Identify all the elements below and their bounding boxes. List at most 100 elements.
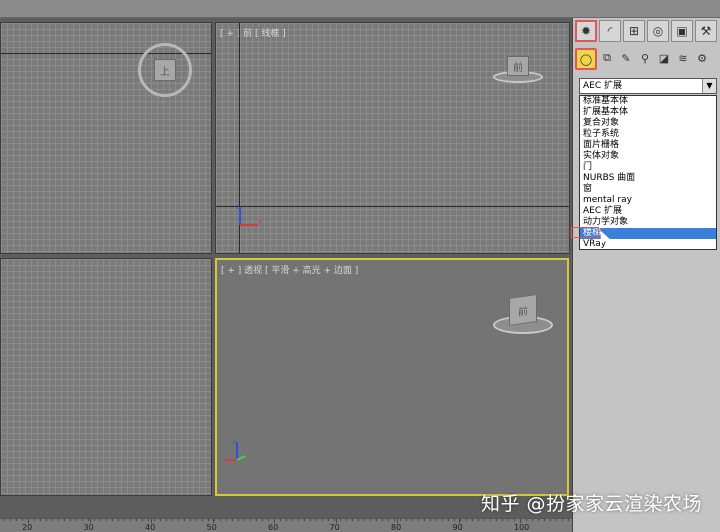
- ruler-minor-tick: [124, 519, 125, 521]
- ruler-minor-tick: [256, 519, 257, 521]
- chevron-down-icon[interactable]: ▼: [702, 79, 716, 93]
- ruler-minor-tick: [550, 519, 551, 521]
- display-icon[interactable]: ▣: [671, 20, 693, 42]
- ruler-minor-tick: [130, 519, 131, 521]
- ruler-minor-tick: [64, 519, 65, 521]
- ruler-minor-tick: [58, 519, 59, 521]
- ruler-minor-tick: [466, 519, 467, 521]
- ruler-minor-tick: [148, 519, 149, 521]
- ruler-minor-tick: [460, 519, 461, 521]
- axis-gizmo-perspective: z: [225, 439, 246, 461]
- motion-icon[interactable]: ◎: [647, 20, 669, 42]
- ruler-minor-tick: [400, 519, 401, 521]
- ruler-minor-tick: [484, 519, 485, 521]
- viewport-front-label[interactable]: [ + ] 前 [ 线框 ]: [220, 26, 286, 39]
- viewport-perspective[interactable]: [ + ] 透视 [ 平滑 + 高光 + 边面 ] 前 z: [215, 258, 569, 496]
- systems-icon[interactable]: ⚙: [693, 48, 711, 68]
- ruler-minor-tick: [382, 519, 383, 521]
- create-subcategories: ◯ ⧉ ✎ ⚲ ◪ ≋ ⚙: [575, 48, 719, 72]
- viewcube-top[interactable]: 上: [138, 43, 192, 97]
- lights-icon[interactable]: ✎: [617, 48, 635, 68]
- ruler-tick-label: 40: [145, 523, 156, 532]
- command-panel-tabs: ✹ ◜ ⊞ ◎ ▣ ⚒: [573, 20, 720, 46]
- ruler-minor-tick: [532, 519, 533, 521]
- ruler-minor-tick: [238, 519, 239, 521]
- ruler-minor-tick: [178, 519, 179, 521]
- ruler-minor-tick: [544, 519, 545, 521]
- ruler-tick-label: 70: [329, 523, 340, 532]
- ruler-minor-tick: [22, 519, 23, 521]
- viewport-top[interactable]: 上: [0, 22, 212, 254]
- ruler-minor-tick: [298, 519, 299, 521]
- utilities-icon[interactable]: ⚒: [695, 20, 717, 42]
- shapes-icon[interactable]: ⧉: [598, 48, 616, 68]
- ruler-minor-tick: [34, 519, 35, 521]
- viewport-left[interactable]: [0, 258, 212, 496]
- ruler-minor-tick: [502, 519, 503, 521]
- cameras-icon[interactable]: ⚲: [636, 48, 654, 68]
- ruler-tick-label: 60: [268, 523, 279, 532]
- dropdown-option[interactable]: mental ray: [580, 195, 716, 206]
- ruler-minor-tick: [274, 519, 275, 521]
- ruler-minor-tick: [202, 519, 203, 521]
- ruler-minor-tick: [190, 519, 191, 521]
- dropdown-option[interactable]: 实体对象: [580, 151, 716, 162]
- viewcube-front[interactable]: 前: [493, 55, 543, 85]
- ruler-tick-label: 30: [83, 523, 94, 532]
- ruler-minor-tick: [232, 519, 233, 521]
- dropdown-option[interactable]: 窗: [580, 184, 716, 195]
- ruler-minor-tick: [160, 519, 161, 521]
- viewcube-perspective[interactable]: 前: [493, 290, 553, 338]
- ruler-minor-tick: [490, 519, 491, 521]
- timeline-ruler[interactable]: 20 30 40 50 60 70 80 90 100: [0, 518, 572, 532]
- ruler-minor-tick: [472, 519, 473, 521]
- ruler-minor-tick: [208, 519, 209, 521]
- ruler-minor-tick: [316, 519, 317, 521]
- dropdown-option[interactable]: 面片栅格: [580, 140, 716, 151]
- dropdown-option[interactable]: 扩展基本体: [580, 107, 716, 118]
- viewport-front[interactable]: [ + ] 前 [ 线框 ] 前 z x: [215, 22, 570, 254]
- geometry-icon[interactable]: ◯: [575, 48, 597, 70]
- ruler-minor-tick: [322, 519, 323, 521]
- ruler-minor-tick: [4, 519, 5, 521]
- ruler-minor-tick: [28, 519, 29, 521]
- dropdown-option[interactable]: 复合对象: [580, 118, 716, 129]
- ruler-minor-tick: [292, 519, 293, 521]
- dropdown-option[interactable]: 标准基本体: [580, 96, 716, 107]
- dropdown-option[interactable]: 动力学对象: [580, 217, 716, 228]
- svg-text:z: z: [236, 204, 239, 211]
- ruler-minor-tick: [364, 519, 365, 521]
- object-type-dropdown[interactable]: AEC 扩展 ▼: [579, 78, 717, 94]
- ruler-minor-tick: [418, 519, 419, 521]
- ruler-minor-tick: [184, 519, 185, 521]
- ruler-minor-tick: [310, 519, 311, 521]
- max-workspace: 上 [ + ] 前 [ 线框 ] 前 z x [ + ] 透视 [ 平滑 + 高…: [0, 0, 720, 532]
- ruler-minor-tick: [88, 519, 89, 521]
- create-icon[interactable]: ✹: [575, 20, 597, 42]
- dropdown-option[interactable]: 门: [580, 162, 716, 173]
- axis-gizmo-front: z x: [236, 204, 262, 226]
- ruler-minor-tick: [556, 519, 557, 521]
- dropdown-option[interactable]: NURBS 曲面: [580, 173, 716, 184]
- ruler-minor-tick: [538, 519, 539, 521]
- ruler-minor-tick: [46, 519, 47, 521]
- spacewarps-icon[interactable]: ≋: [674, 48, 692, 68]
- dropdown-option[interactable]: AEC 扩展: [580, 206, 716, 217]
- hierarchy-icon[interactable]: ⊞: [623, 20, 645, 42]
- ruler-minor-tick: [478, 519, 479, 521]
- helpers-icon[interactable]: ◪: [655, 48, 673, 68]
- viewcube-face-label: 前: [509, 294, 537, 326]
- ruler-minor-tick: [172, 519, 173, 521]
- ruler-minor-tick: [100, 519, 101, 521]
- ruler-tick-label: 50: [206, 523, 217, 532]
- ruler-minor-tick: [82, 519, 83, 521]
- viewport-perspective-label[interactable]: [ + ] 透视 [ 平滑 + 高光 + 边面 ]: [221, 263, 358, 276]
- ruler-minor-tick: [268, 519, 269, 521]
- dropdown-option[interactable]: 粒子系统: [580, 129, 716, 140]
- ruler-minor-tick: [376, 519, 377, 521]
- ruler-minor-tick: [220, 519, 221, 521]
- ruler-minor-tick: [286, 519, 287, 521]
- modify-icon[interactable]: ◜: [599, 20, 621, 42]
- ruler-minor-tick: [436, 519, 437, 521]
- svg-text:x: x: [258, 218, 262, 225]
